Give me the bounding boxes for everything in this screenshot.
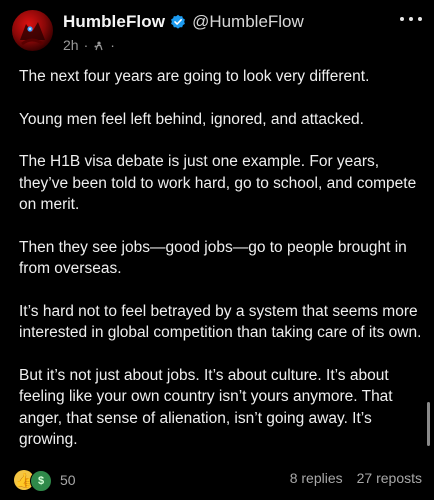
post-header: HumbleFlow @HumbleFlow 2h · · bbox=[63, 12, 434, 56]
post-paragraph: But it’s not just about jobs. It’s about… bbox=[19, 366, 393, 449]
meta-separator-trailing: · bbox=[110, 37, 115, 53]
post-card: HumbleFlow @HumbleFlow 2h · · The next f… bbox=[0, 0, 434, 500]
audience-icon bbox=[93, 39, 105, 51]
post-body: The next four years are going to look ve… bbox=[19, 66, 423, 472]
post-stats: 8 replies 27 reposts bbox=[290, 470, 422, 486]
replies-link[interactable]: 8 replies bbox=[290, 470, 343, 486]
meta-separator: · bbox=[83, 37, 89, 53]
author-handle[interactable]: @HumbleFlow bbox=[192, 12, 304, 32]
post-paragraph: The H1B visa debate is just one example.… bbox=[19, 153, 417, 213]
reposts-link[interactable]: 27 reposts bbox=[357, 470, 422, 486]
more-dot bbox=[400, 17, 404, 21]
author-display-name[interactable]: HumbleFlow bbox=[63, 12, 165, 32]
reaction-emoji-stack: 👍 $ bbox=[14, 470, 52, 492]
more-dot bbox=[409, 17, 413, 21]
post-footer: 👍 $ 50 8 replies 27 reposts bbox=[14, 470, 422, 492]
reaction-count: 50 bbox=[60, 472, 76, 488]
avatar-image bbox=[20, 22, 45, 46]
verified-badge-icon bbox=[170, 14, 186, 30]
scrollbar-thumb[interactable] bbox=[427, 402, 430, 446]
more-dot bbox=[418, 17, 422, 21]
post-paragraph: It’s hard not to feel betrayed by a syst… bbox=[19, 302, 422, 342]
author-row: HumbleFlow @HumbleFlow bbox=[63, 12, 304, 32]
money-face-icon: $ bbox=[30, 470, 52, 492]
post-meta: 2h · · bbox=[63, 37, 120, 53]
more-options-icon[interactable] bbox=[400, 14, 422, 24]
reactions[interactable]: 👍 $ 50 bbox=[14, 470, 76, 492]
avatar[interactable] bbox=[12, 10, 53, 51]
post-time[interactable]: 2h bbox=[63, 37, 79, 53]
post-paragraph: Then they see jobs—good jobs—go to peopl… bbox=[19, 238, 407, 278]
post-paragraph: Young men feel left behind, ignored, and… bbox=[19, 110, 364, 128]
post-paragraph: The next four years are going to look ve… bbox=[19, 68, 370, 85]
